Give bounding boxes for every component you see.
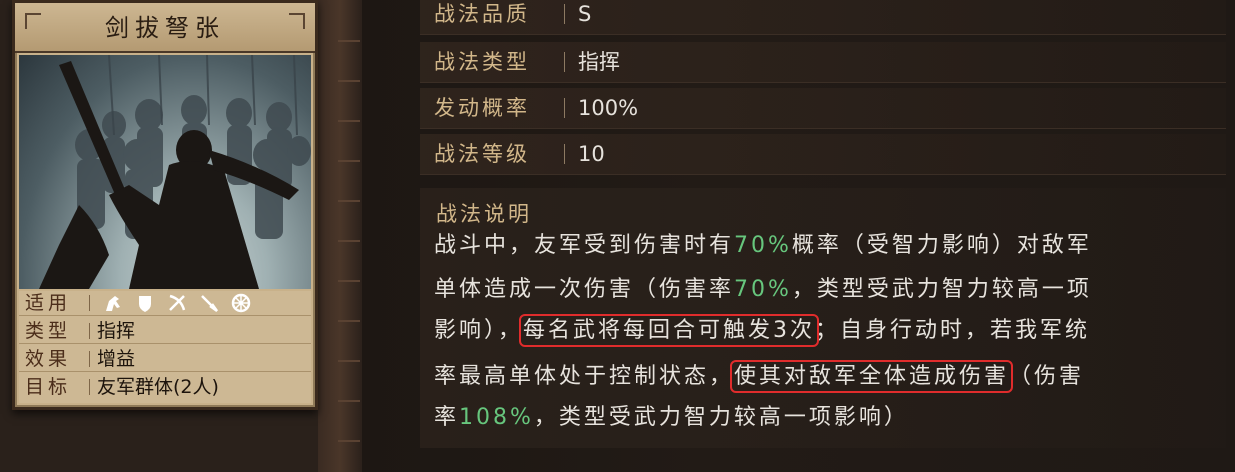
stat-trigger-rate: 发动概率 100% xyxy=(420,88,1226,129)
skill-info: 适用 类型 指挥 效果 增益 目标 友军群体(2人) xyxy=(19,291,311,403)
description-line: 单体造成一次伤害（伤害率70%，类型受武力智力较高一项 xyxy=(434,277,1092,302)
stat-type: 战法类型 指挥 xyxy=(420,42,1226,83)
panel-divider xyxy=(318,0,362,472)
skill-card[interactable]: 剑拔弩张 适用 类型 指挥 效果 增益 目标 友军群体(2人) xyxy=(12,0,318,410)
description-line: 战斗中，友军受到伤害时有70%概率（受智力影响）对敌军 xyxy=(434,233,1092,258)
stat-quality: 战法品质 S xyxy=(420,0,1226,35)
spear-icon xyxy=(199,293,219,313)
siege-icon xyxy=(231,293,251,313)
skill-description: 战法说明 战斗中，友军受到伤害时有70%概率（受智力影响）对敌军 单体造成一次伤… xyxy=(420,188,1226,448)
skill-artwork xyxy=(19,55,311,289)
description-line: 影响），每名武将每回合可触发3次；自身行动时，若我军统 xyxy=(434,314,1091,347)
stat-level: 战法等级 10 xyxy=(420,134,1226,175)
trigger-limit-highlight: 每名武将每回合可触发3次 xyxy=(519,314,820,347)
aoe-damage-highlight: 使其对敌军全体造成伤害 xyxy=(730,360,1014,393)
description-title: 战法说明 xyxy=(436,202,532,226)
target-row: 目标 友军群体(2人) xyxy=(25,376,219,398)
type-row: 类型 指挥 xyxy=(19,319,311,344)
skill-card-title: 剑拔弩张 xyxy=(15,3,315,53)
description-line: 率最高单体处于控制状态，使其对敌军全体造成伤害（伤害 xyxy=(434,360,1085,393)
cavalry-icon xyxy=(103,293,123,313)
applicable-row: 适用 xyxy=(19,291,311,316)
effect-row: 效果 增益 xyxy=(19,347,311,372)
description-line: 率108%，类型受武力智力较高一项影响） xyxy=(434,405,909,430)
bow-icon xyxy=(167,293,187,313)
shield-icon xyxy=(135,293,155,313)
